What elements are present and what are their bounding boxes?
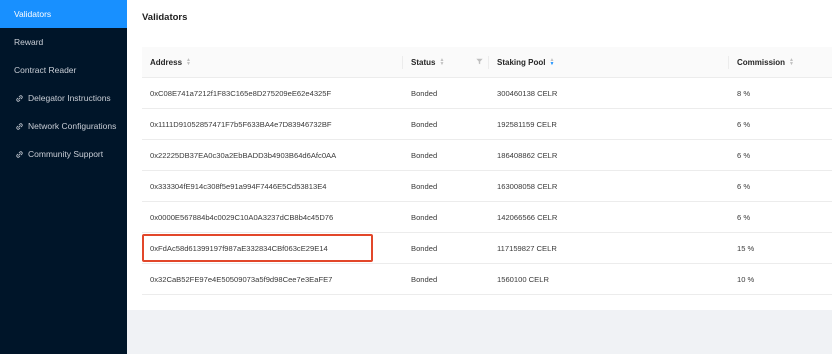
sidebar-item-network-configurations[interactable]: Network Configurations <box>0 112 127 140</box>
status-cell: Bonded <box>411 150 438 160</box>
sidebar-item-label: Delegator Instructions <box>28 93 111 103</box>
link-icon <box>14 149 24 159</box>
sidebar-item-label: Validators <box>14 9 52 19</box>
sidebar-item-label: Network Configurations <box>28 121 117 131</box>
table-row[interactable]: 0x22225DB37EA0c30a2EbBADD3b4903B64d6Afc0… <box>142 140 832 171</box>
table-row[interactable]: 0x0000E567884b4c0029C10A0A3237dCB8b4c45D… <box>142 202 832 233</box>
column-header-label: Status <box>411 57 436 67</box>
column-header-status[interactable]: Status ▲ ▼ <box>403 47 489 77</box>
link-icon <box>14 93 24 103</box>
staking-pool-cell: 192581159 CELR <box>497 119 557 129</box>
sort-icon[interactable]: ▲ ▼ <box>186 58 191 67</box>
sidebar-item-validators[interactable]: Validators <box>0 0 127 28</box>
table-row[interactable]: 0x32CaB52FE97e4E50509073a5f9d98Cee7e3EaF… <box>142 264 832 295</box>
sidebar-item-label: Community Support <box>28 149 104 159</box>
sidebar-item-contract-reader[interactable]: Contract Reader <box>0 56 127 84</box>
status-cell: Bonded <box>411 243 438 253</box>
staking-pool-cell: 300460138 CELR <box>497 88 558 98</box>
column-header-label: Address <box>150 57 183 67</box>
sort-icon[interactable]: ▲ ▼ <box>549 58 554 67</box>
commission-cell: 10 % <box>737 274 755 284</box>
column-header-address[interactable]: Address ▲ ▼ <box>142 47 403 77</box>
status-cell: Bonded <box>411 88 438 98</box>
commission-cell: 6 % <box>737 119 751 129</box>
staking-pool-cell: 142066566 CELR <box>497 212 558 222</box>
status-cell: Bonded <box>411 212 438 222</box>
staking-pool-cell: 1560100 CELR <box>497 274 549 284</box>
commission-cell: 6 % <box>737 181 751 191</box>
table-row[interactable]: 0x333304fE914c308f5e91a994F7446E5Cd53813… <box>142 171 832 202</box>
validators-table: Address ▲▼ Status ▲▼ Staking Pool ▲▼ <box>142 47 832 295</box>
status-cell: Bonded <box>411 181 438 191</box>
column-header-staking-pool[interactable]: Staking Pool ▲ ▼ <box>489 47 729 77</box>
address-cell[interactable]: 0x333304fE914c308f5e91a994F7446E5Cd53813… <box>142 182 403 191</box>
table-row[interactable]: 0xFdAc58d61399197f987aE332834CBf063cE29E… <box>142 233 832 264</box>
address-cell[interactable]: 0x22225DB37EA0c30a2EbBADD3b4903B64d6Afc0… <box>142 151 403 160</box>
staking-pool-cell: 117159827 CELR <box>497 243 557 253</box>
sidebar-item-community-support[interactable]: Community Support <box>0 140 127 168</box>
table-header: Address ▲▼ Status ▲▼ Staking Pool ▲▼ <box>142 47 832 78</box>
sidebar-item-delegator-instructions[interactable]: Delegator Instructions <box>0 84 127 112</box>
sort-icon[interactable]: ▲ ▼ <box>439 58 444 67</box>
table-row[interactable]: 0xC08E741a7212f1F83C165e8D275209eE62e432… <box>142 78 832 109</box>
sort-icon[interactable]: ▲ ▼ <box>789 58 794 67</box>
column-header-label: Staking Pool <box>497 57 546 67</box>
page-title: Validators <box>142 12 188 23</box>
sidebar-item-label: Contract Reader <box>14 65 77 75</box>
status-cell: Bonded <box>411 274 438 284</box>
address-cell[interactable]: 0xFdAc58d61399197f987aE332834CBf063cE29E… <box>142 244 403 253</box>
staking-pool-cell: 186408862 CELR <box>497 150 558 160</box>
commission-cell: 6 % <box>737 150 751 160</box>
link-icon <box>14 121 24 131</box>
sidebar: Validators Reward Contract Reader Delega… <box>0 0 127 354</box>
status-cell: Bonded <box>411 119 438 129</box>
validators-panel: Validators Address ▲ ▼ Status ▲ ▼ Stakin… <box>127 0 832 310</box>
commission-cell: 8 % <box>737 88 751 98</box>
table-row[interactable]: 0x1111D91052857471F7b5F633BA4e7D83946732… <box>142 109 832 140</box>
address-cell[interactable]: 0x1111D91052857471F7b5F633BA4e7D83946732… <box>142 120 403 129</box>
address-cell[interactable]: 0x0000E567884b4c0029C10A0A3237dCB8b4c45D… <box>142 213 403 222</box>
sidebar-item-reward[interactable]: Reward <box>0 28 127 56</box>
main-content: Validators Address ▲ ▼ Status ▲ ▼ Stakin… <box>127 0 832 354</box>
column-header-label: Commission <box>737 57 786 67</box>
column-header-commission[interactable]: Commission ▲ ▼ <box>729 47 832 77</box>
sidebar-item-label: Reward <box>14 37 44 47</box>
address-cell[interactable]: 0x32CaB52FE97e4E50509073a5f9d98Cee7e3EaF… <box>142 275 403 284</box>
commission-cell: 15 % <box>737 243 755 253</box>
staking-pool-cell: 163008058 CELR <box>497 181 558 191</box>
address-cell[interactable]: 0xC08E741a7212f1F83C165e8D275209eE62e432… <box>142 89 403 98</box>
commission-cell: 6 % <box>737 212 751 222</box>
filter-icon[interactable] <box>476 58 483 67</box>
